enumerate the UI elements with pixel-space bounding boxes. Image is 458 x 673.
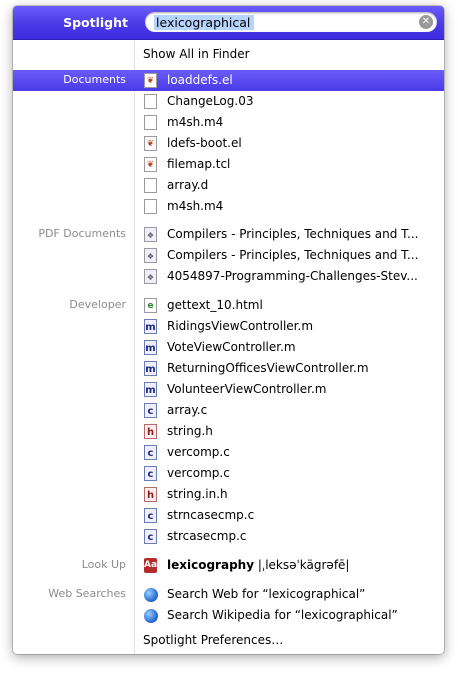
- web-search-label: Search Web for “lexicographical”: [167, 587, 366, 601]
- html-icon: e: [144, 298, 157, 313]
- result-item[interactable]: c vercomp.c: [135, 463, 444, 484]
- web-search-item[interactable]: Search Wikipedia for “lexicographical”: [135, 605, 444, 626]
- result-item[interactable]: array.d: [135, 175, 444, 196]
- document-icon: [144, 94, 157, 109]
- result-label: VoteViewController.m: [167, 340, 296, 354]
- spotlight-title: Spotlight: [63, 15, 128, 30]
- result-item[interactable]: ChangeLog.03: [135, 91, 444, 112]
- result-label: VolunteerViewController.m: [167, 382, 327, 396]
- result-label: RidingsViewController.m: [167, 319, 314, 333]
- pdf-icon: ❖: [144, 269, 157, 284]
- result-label: string.h: [167, 424, 213, 438]
- m-file-icon: m: [144, 340, 157, 355]
- document-icon: [144, 199, 157, 214]
- result-label: gettext_10.html: [167, 298, 263, 312]
- document-icon: [144, 115, 157, 130]
- category-web-searches: Web Searches: [48, 587, 126, 600]
- globe-icon: [144, 588, 158, 602]
- m-file-icon: m: [144, 319, 157, 334]
- web-search-label: Search Wikipedia for “lexicographical”: [167, 608, 398, 622]
- c-file-icon: c: [144, 445, 157, 460]
- result-label: Compilers - Principles, Techniques and T…: [167, 248, 419, 262]
- result-item[interactable]: c vercomp.c: [135, 442, 444, 463]
- result-item[interactable]: ❖ Compilers - Principles, Techniques and…: [135, 224, 444, 245]
- result-label: vercomp.c: [167, 445, 230, 459]
- spotlight-panel: Spotlight ✕ Show All in Finder Documents…: [13, 6, 444, 654]
- c-file-icon: c: [144, 466, 157, 481]
- document-icon: [144, 178, 157, 193]
- result-label: ChangeLog.03: [167, 94, 254, 108]
- search-field[interactable]: ✕: [145, 12, 437, 32]
- result-label: ReturningOfficesViewController.m: [167, 361, 369, 375]
- result-item[interactable]: m VoteViewController.m: [135, 337, 444, 358]
- result-label: string.in.h: [167, 487, 228, 501]
- result-item[interactable]: m ReturningOfficesViewController.m: [135, 358, 444, 379]
- result-item[interactable]: m4sh.m4: [135, 196, 444, 217]
- result-item[interactable]: ❖ 4054897-Programming-Challenges-Stev...: [135, 266, 444, 287]
- c-file-icon: c: [144, 403, 157, 418]
- result-label: vercomp.c: [167, 466, 230, 480]
- pdf-icon: ❖: [144, 227, 157, 242]
- clear-search-icon[interactable]: ✕: [419, 15, 433, 29]
- result-item[interactable]: ❦ ldefs-boot.el: [135, 133, 444, 154]
- spotlight-header: Spotlight ✕: [13, 6, 444, 40]
- result-label: filemap.tcl: [167, 157, 231, 171]
- result-label: ldefs-boot.el: [167, 136, 242, 150]
- lookup-item[interactable]: Aa lexicography |ˌleksəˈkägrəfē|: [135, 555, 444, 576]
- result-label: m4sh.m4: [167, 199, 224, 213]
- search-input[interactable]: [153, 13, 414, 31]
- result-item[interactable]: m VolunteerViewController.m: [135, 379, 444, 400]
- result-item[interactable]: h string.in.h: [135, 484, 444, 505]
- result-item[interactable]: ❖ Compilers - Principles, Techniques and…: [135, 245, 444, 266]
- h-file-icon: h: [144, 424, 157, 439]
- result-item[interactable]: m RidingsViewController.m: [135, 316, 444, 337]
- preferences-label: Spotlight Preferences…: [143, 633, 284, 647]
- result-label: strcasecmp.c: [167, 529, 247, 543]
- lookup-word: lexicography: [167, 558, 255, 572]
- spotlight-preferences[interactable]: Spotlight Preferences…: [135, 630, 444, 651]
- result-item[interactable]: c strcasecmp.c: [135, 526, 444, 547]
- category-pdf-documents: PDF Documents: [38, 227, 126, 240]
- lookup-pronunciation: |ˌleksəˈkägrəfē|: [254, 558, 350, 572]
- m-file-icon: m: [144, 382, 157, 397]
- result-item[interactable]: ❦ loaddefs.el: [135, 70, 444, 91]
- result-label: 4054897-Programming-Challenges-Stev...: [167, 269, 418, 283]
- el-file-icon: ❦: [144, 136, 157, 151]
- category-developer: Developer: [69, 298, 126, 311]
- globe-icon: [144, 609, 158, 623]
- m-file-icon: m: [144, 361, 157, 376]
- result-item[interactable]: ❦ filemap.tcl: [135, 154, 444, 175]
- category-documents: Documents: [63, 73, 126, 86]
- el-file-icon: ❦: [144, 73, 157, 88]
- result-item[interactable]: h string.h: [135, 421, 444, 442]
- result-item[interactable]: e gettext_10.html: [135, 295, 444, 316]
- lookup-label: lexicography |ˌleksəˈkägrəfē|: [167, 555, 439, 576]
- el-file-icon: ❦: [144, 157, 157, 172]
- web-search-item[interactable]: Search Web for “lexicographical”: [135, 584, 444, 605]
- result-item[interactable]: c array.c: [135, 400, 444, 421]
- result-item[interactable]: c strncasecmp.c: [135, 505, 444, 526]
- show-all-in-finder[interactable]: Show All in Finder: [135, 44, 444, 65]
- result-label: loaddefs.el: [167, 73, 233, 87]
- category-look-up: Look Up: [81, 558, 126, 571]
- c-file-icon: c: [144, 529, 157, 544]
- result-label: strncasecmp.c: [167, 508, 255, 522]
- dictionary-icon: Aa: [144, 558, 157, 573]
- c-file-icon: c: [144, 508, 157, 523]
- result-label: Compilers - Principles, Techniques and T…: [167, 227, 419, 241]
- result-label: m4sh.m4: [167, 115, 224, 129]
- pdf-icon: ❖: [144, 248, 157, 263]
- result-item[interactable]: m4sh.m4: [135, 112, 444, 133]
- result-label: array.c: [167, 403, 208, 417]
- result-label: array.d: [167, 178, 209, 192]
- show-all-label: Show All in Finder: [143, 47, 250, 61]
- h-file-icon: h: [144, 487, 157, 502]
